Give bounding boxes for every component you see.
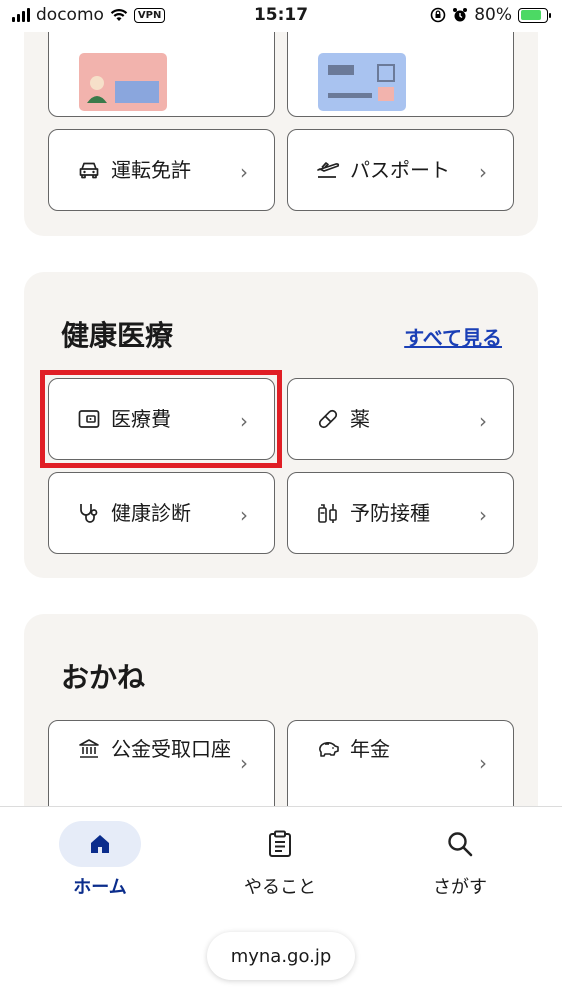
insurance-card-illustration xyxy=(318,53,406,111)
health-checkup-card[interactable]: 健康診断 › xyxy=(48,472,275,554)
nav-home[interactable]: ホーム xyxy=(40,821,160,899)
passport-card[interactable]: パスポート › xyxy=(287,129,514,211)
nav-home-label: ホーム xyxy=(73,877,127,898)
pill-icon xyxy=(316,407,340,431)
url-display[interactable]: myna.go.jp xyxy=(207,932,355,980)
alarm-icon xyxy=(453,8,468,22)
status-right: 80% xyxy=(430,5,551,25)
nav-todo-label: やること xyxy=(244,877,316,898)
bottom-navigation: ホーム やること さがす xyxy=(0,806,562,912)
piggy-bank-icon xyxy=(316,737,340,761)
health-see-all-link[interactable]: すべて見る xyxy=(404,322,502,351)
medicine-card[interactable]: 薬 › xyxy=(287,378,514,460)
orientation-lock-icon xyxy=(430,7,446,23)
browser-bar: myna.go.jp xyxy=(0,912,562,1000)
nav-todo[interactable]: やること xyxy=(220,821,340,899)
bank-icon xyxy=(77,737,101,761)
health-section-title: 健康医療 xyxy=(61,319,174,352)
pension-card[interactable]: 年金 › xyxy=(287,720,514,816)
search-icon xyxy=(448,832,473,857)
chevron-right-icon: › xyxy=(479,160,487,184)
drivers-license-label: 運転免許 xyxy=(111,158,191,182)
passport-label: パスポート xyxy=(350,158,450,182)
vaccination-label: 予防接種 xyxy=(350,501,430,525)
home-pill xyxy=(59,821,141,867)
chevron-right-icon: › xyxy=(240,751,248,775)
id-documents-section: 運転免許 › パスポート › xyxy=(24,0,538,236)
nav-search-label: さがす xyxy=(433,877,487,898)
stethoscope-icon xyxy=(77,501,101,525)
todo-pill xyxy=(239,821,321,867)
highlight-box xyxy=(40,370,282,468)
airplane-icon xyxy=(316,158,340,182)
battery-icon xyxy=(518,7,551,23)
status-bar: docomo VPN 15:17 80% xyxy=(0,0,562,32)
chevron-right-icon: › xyxy=(479,751,487,775)
vaccine-icon xyxy=(316,501,340,525)
search-pill xyxy=(419,821,501,867)
pension-label: 年金 xyxy=(350,737,390,761)
chevron-right-icon: › xyxy=(240,503,248,527)
chevron-right-icon: › xyxy=(240,160,248,184)
car-icon xyxy=(77,158,101,182)
medicine-label: 薬 xyxy=(350,407,370,431)
nav-search[interactable]: さがす xyxy=(400,821,520,899)
battery-percent: 80% xyxy=(474,5,512,25)
home-icon xyxy=(91,835,109,853)
health-checkup-label: 健康診断 xyxy=(111,501,191,525)
vaccination-card[interactable]: 予防接種 › xyxy=(287,472,514,554)
clipboard-icon xyxy=(269,830,291,857)
drivers-license-card[interactable]: 運転免許 › xyxy=(48,129,275,211)
public-funds-account-label: 公金受取口座 xyxy=(111,737,231,761)
public-funds-account-card[interactable]: 公金受取口座 › xyxy=(48,720,275,816)
chevron-right-icon: › xyxy=(479,503,487,527)
chevron-right-icon: › xyxy=(479,409,487,433)
mynumber-card-illustration xyxy=(79,53,167,111)
money-section-title: おかね xyxy=(61,661,146,694)
